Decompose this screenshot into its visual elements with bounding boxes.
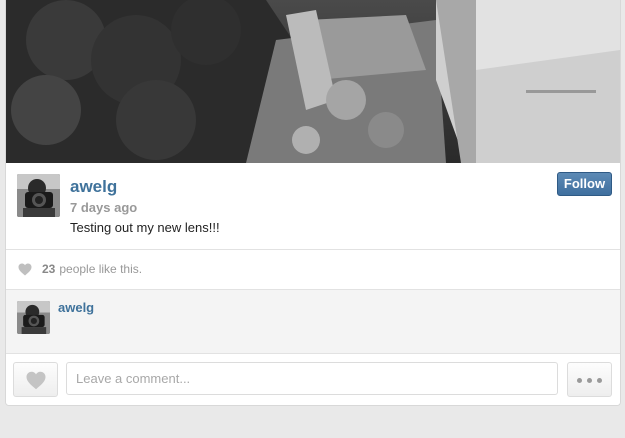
camera-portrait-avatar-icon [17,301,50,334]
heart-icon [18,263,32,276]
likes-summary: 23 people like this. [42,262,142,276]
comment-input[interactable] [66,362,558,395]
more-options-button[interactable] [567,362,612,397]
likes-row: 23 people like this. [6,250,620,290]
post-username[interactable]: awelg [70,177,117,197]
post-header: awelg 7 days ago Testing out my new lens… [6,163,620,250]
comment-username[interactable]: awelg [58,300,94,315]
dot-icon [587,378,592,383]
heart-icon [26,371,46,390]
comment-bar [6,354,620,405]
dot-icon [577,378,582,383]
dot-icon [597,378,602,383]
user-avatar[interactable] [17,174,60,217]
camera-portrait-avatar-icon [17,174,60,217]
likes-label: people like this. [59,262,143,276]
likes-count[interactable]: 23 [42,262,55,276]
follow-button[interactable]: Follow [557,172,612,196]
comments-section: awelg [6,290,620,354]
post-caption: Testing out my new lens!!! [70,220,220,235]
post-timestamp: 7 days ago [70,200,138,215]
like-button[interactable] [13,362,58,397]
comment-avatar[interactable] [17,301,50,334]
post-photo[interactable] [6,0,620,163]
post-card: awelg 7 days ago Testing out my new lens… [5,0,621,406]
